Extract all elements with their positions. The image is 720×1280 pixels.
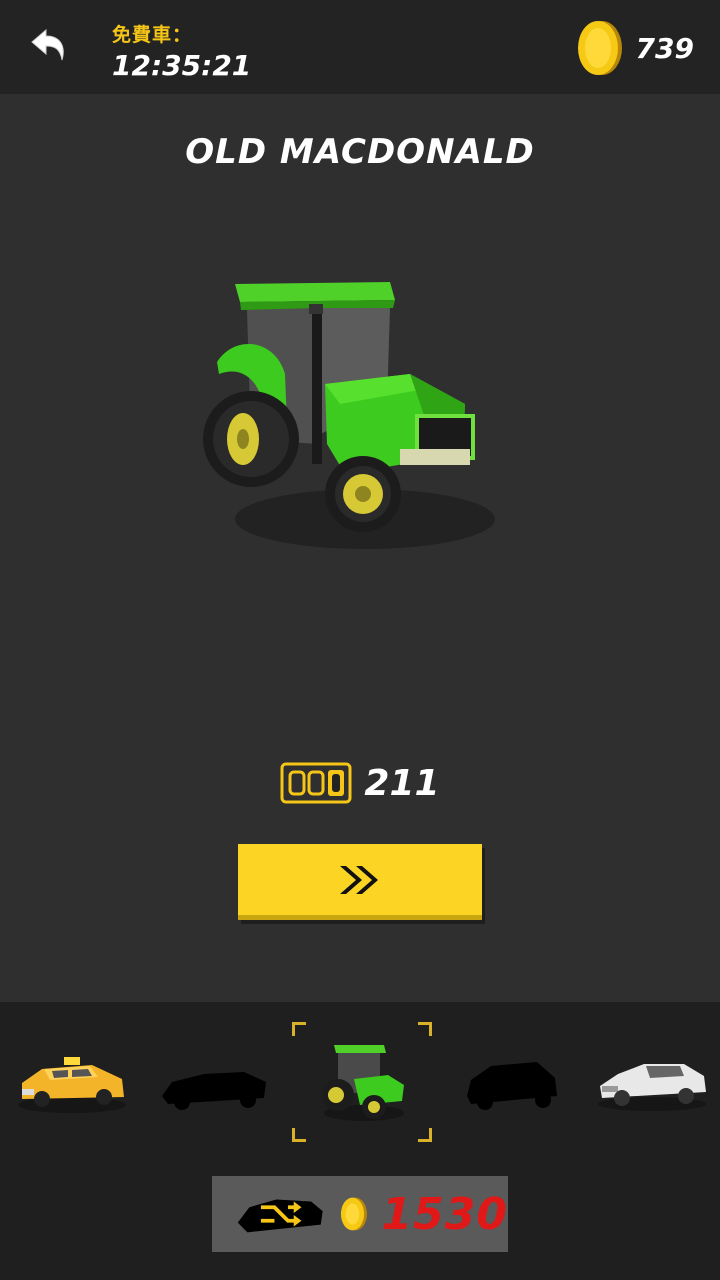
car-name: OLD MACDONALD bbox=[185, 132, 535, 172]
gold-coin-icon bbox=[340, 1197, 367, 1231]
car-showcase: OLD MACDONALD 211 bbox=[0, 94, 720, 1002]
distance-row: 211 bbox=[0, 758, 720, 808]
free-car-timer-block: 免費車： 12:35:21 bbox=[112, 20, 251, 82]
white-coupe-image bbox=[598, 1064, 706, 1111]
car-slot-tractor-selected[interactable] bbox=[292, 1022, 432, 1142]
car-slot-sports-car-locked[interactable] bbox=[144, 1022, 284, 1142]
double-chevron-right-icon bbox=[340, 865, 378, 894]
shuffle-icon bbox=[237, 1199, 323, 1233]
random-unlock-price: 1530 bbox=[381, 1188, 508, 1240]
car-slot-hatchback-locked[interactable] bbox=[442, 1022, 582, 1142]
locked-car-silhouette bbox=[162, 1072, 266, 1110]
coin-amount: 739 bbox=[635, 31, 694, 65]
back-button[interactable] bbox=[22, 18, 78, 74]
tractor-thumb-image bbox=[322, 1045, 404, 1121]
gold-coin-icon bbox=[577, 21, 622, 75]
car-slot-taxi[interactable] bbox=[2, 1022, 142, 1142]
selection-corner bbox=[292, 1022, 306, 1036]
tractor-image bbox=[203, 282, 495, 549]
top-bar: 免費車： 12:35:21 739 bbox=[0, 0, 720, 94]
back-arrow-icon bbox=[31, 28, 64, 61]
free-car-label: 免費車： bbox=[112, 24, 193, 46]
odometer-icon bbox=[280, 762, 352, 804]
coin-balance: 739 bbox=[576, 18, 694, 78]
car-selector: 1530 bbox=[0, 1002, 720, 1280]
distance-value: 211 bbox=[364, 762, 440, 804]
selection-corner bbox=[418, 1022, 432, 1036]
free-car-countdown: 12:35:21 bbox=[112, 49, 252, 82]
next-car-button[interactable] bbox=[238, 844, 482, 920]
locked-car-silhouette bbox=[467, 1062, 557, 1110]
car-slot-white-coupe[interactable] bbox=[582, 1022, 720, 1142]
taxi-car-image bbox=[18, 1057, 126, 1113]
selection-corner bbox=[292, 1128, 306, 1142]
selection-corner bbox=[418, 1128, 432, 1142]
random-unlock-button[interactable]: 1530 bbox=[212, 1176, 508, 1252]
